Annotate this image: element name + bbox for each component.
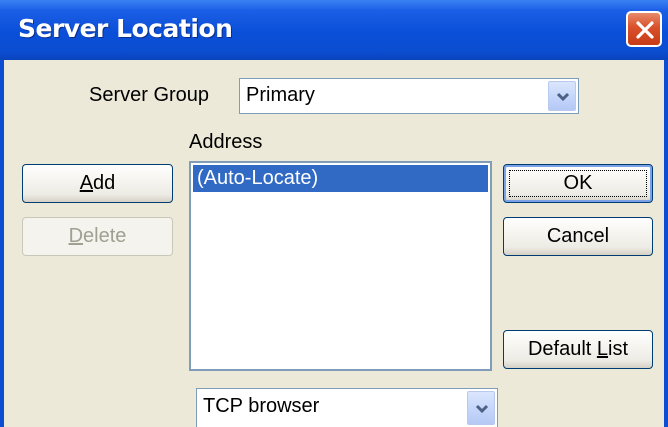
window-title: Server Location <box>18 14 233 43</box>
delete-accelerator: D <box>68 225 84 247</box>
add-button[interactable]: Add <box>22 164 173 203</box>
server-group-combo[interactable]: Primary <box>239 78 579 114</box>
title-bar[interactable]: Server Location <box>0 0 668 60</box>
protocol-dropdown-button[interactable] <box>467 391 495 425</box>
chevron-down-icon <box>475 404 489 414</box>
list-item[interactable]: (Auto-Locate) <box>193 165 488 192</box>
server-group-label: Server Group <box>89 84 210 106</box>
default-list-accelerator: L <box>596 338 609 360</box>
server-group-dropdown-button[interactable] <box>548 81 576 111</box>
server-location-dialog: Server Location Server Group Primary Add… <box>0 0 668 427</box>
close-icon <box>636 21 654 39</box>
focus-rectangle <box>509 170 647 197</box>
add-accelerator: A <box>79 172 94 194</box>
cancel-button[interactable]: Cancel <box>503 217 653 256</box>
address-label: Address <box>189 131 263 153</box>
close-button[interactable] <box>626 11 662 47</box>
window-border-left <box>0 60 4 427</box>
address-listbox[interactable]: (Auto-Locate) <box>189 161 492 371</box>
window-border-right <box>664 60 668 427</box>
default-list-button[interactable]: Default List <box>503 330 653 369</box>
protocol-combo[interactable]: TCP browser <box>196 388 498 427</box>
server-group-value: Primary <box>246 84 315 106</box>
delete-button[interactable]: Delete <box>22 217 173 256</box>
protocol-value: TCP browser <box>203 395 320 417</box>
ok-button[interactable]: OK <box>503 164 653 203</box>
chevron-down-icon <box>556 92 570 102</box>
